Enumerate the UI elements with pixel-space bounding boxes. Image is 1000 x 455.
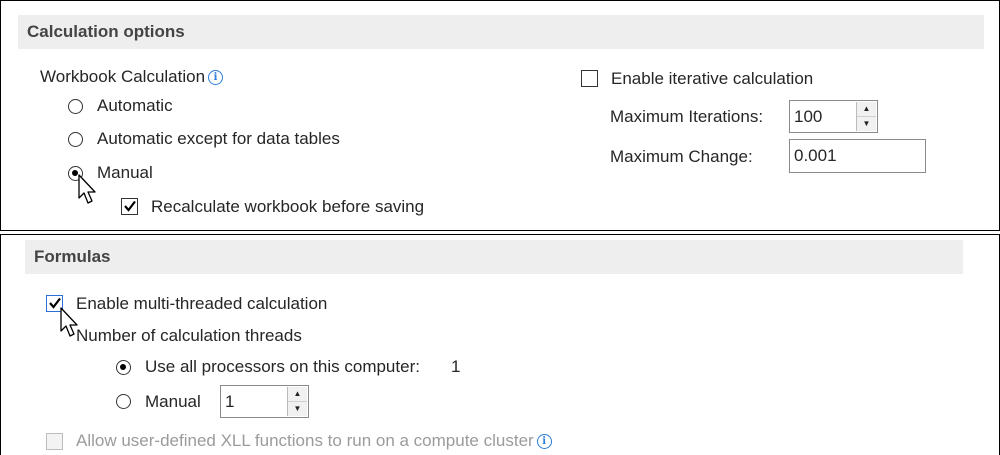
radio-manual-label[interactable]: Manual	[97, 162, 153, 184]
checkmark-icon	[124, 200, 136, 212]
workbook-calculation-text: Workbook Calculation	[40, 67, 206, 86]
manual-threads-label[interactable]: Manual	[145, 391, 201, 413]
radio-automatic-except-tables-label[interactable]: Automatic except for data tables	[97, 128, 340, 150]
enable-iterative-checkbox[interactable]	[581, 70, 598, 87]
xll-cluster-text: Allow user-defined XLL functions to run …	[76, 431, 534, 450]
max-change-label: Maximum Change:	[610, 147, 753, 166]
formulas-header: Formulas	[25, 240, 963, 274]
max-change-input[interactable]: 0.001	[789, 139, 926, 173]
mouse-pointer-icon	[78, 174, 96, 204]
multithreaded-label[interactable]: Enable multi-threaded calculation	[76, 293, 327, 315]
manual-threads-input[interactable]: 1 ▲ ▼	[220, 385, 309, 418]
use-all-processors-label[interactable]: Use all processors on this computer:	[145, 356, 420, 378]
manual-threads-value: 1	[225, 392, 235, 411]
max-iterations-input[interactable]: 100 ▲ ▼	[789, 100, 878, 133]
radio-automatic-except-tables[interactable]	[68, 132, 83, 147]
radio-automatic-label[interactable]: Automatic	[97, 95, 173, 117]
calculation-options-panel: Calculation options Workbook Calculation…	[0, 0, 1000, 231]
enable-iterative-label[interactable]: Enable iterative calculation	[611, 68, 813, 90]
threads-label: Number of calculation threads	[76, 326, 302, 345]
xll-cluster-label[interactable]: Allow user-defined XLL functions to run …	[76, 430, 552, 452]
spin-down-icon[interactable]: ▼	[857, 117, 876, 132]
radio-use-all-processors[interactable]	[116, 360, 131, 375]
max-iterations-value: 100	[794, 107, 823, 126]
info-icon[interactable]: i	[208, 70, 224, 85]
recalc-before-saving-label[interactable]: Recalculate workbook before saving	[151, 196, 424, 218]
workbook-calculation-label: Workbook Calculation i	[40, 66, 224, 88]
spin-down-icon[interactable]: ▼	[288, 402, 307, 417]
recalc-before-saving-checkbox[interactable]	[121, 198, 138, 215]
radio-automatic[interactable]	[68, 99, 83, 114]
manual-threads-spinner[interactable]: ▲ ▼	[287, 387, 307, 416]
max-change-value: 0.001	[794, 146, 837, 165]
max-iterations-spinner[interactable]: ▲ ▼	[856, 102, 876, 131]
formulas-panel: Formulas Enable multi-threaded calculati…	[0, 234, 1000, 455]
xll-cluster-checkbox[interactable]	[46, 433, 63, 450]
calculation-options-header: Calculation options	[18, 15, 984, 49]
processor-count: 1	[451, 357, 461, 376]
info-icon[interactable]: i	[536, 434, 552, 449]
radio-manual-threads[interactable]	[116, 394, 131, 409]
max-iterations-label: Maximum Iterations:	[610, 107, 764, 126]
